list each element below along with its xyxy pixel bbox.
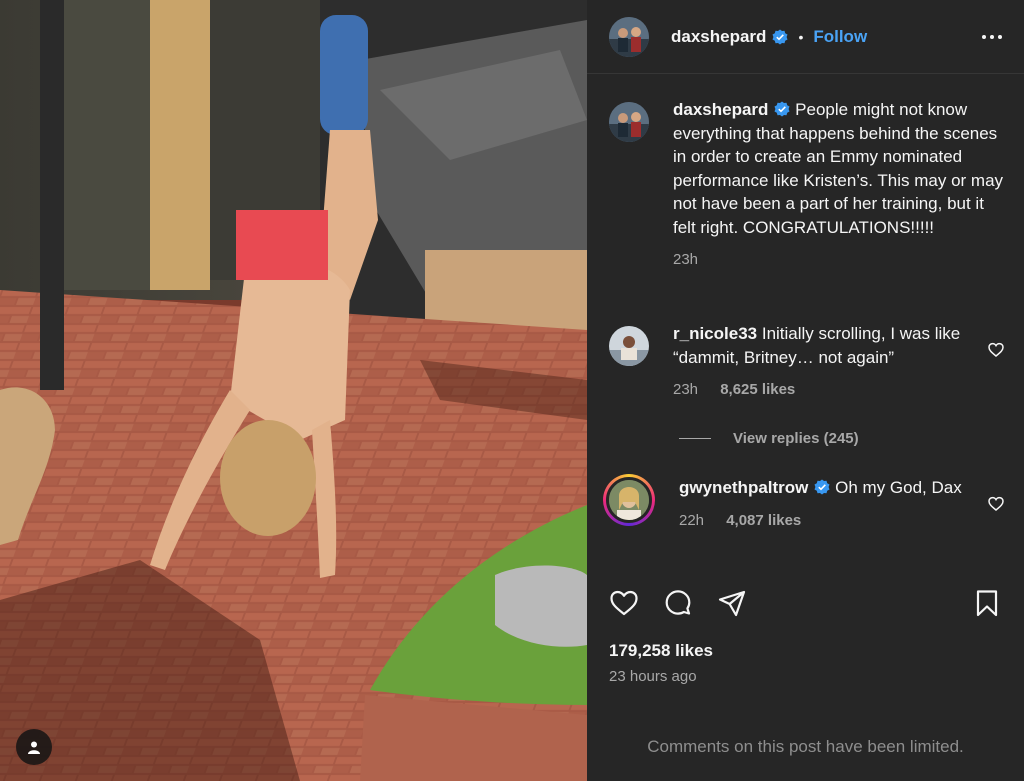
comment-item: r_nicole33 Initially scrolling, I was li… bbox=[609, 322, 1004, 402]
bookmark-icon bbox=[976, 590, 998, 617]
commenter-avatar[interactable] bbox=[609, 326, 649, 366]
post-header: daxshepard • Follow bbox=[587, 0, 1024, 74]
heart-icon bbox=[610, 590, 638, 616]
comment-item: gwynethpaltrow Oh my God, Dax 22h 4,087 … bbox=[603, 474, 1004, 532]
comment-time: 23h bbox=[673, 381, 699, 398]
comment-likes[interactable]: 8,625 likes bbox=[720, 381, 795, 398]
follow-button[interactable]: Follow bbox=[813, 27, 867, 47]
avatar-image bbox=[609, 326, 649, 366]
share-icon bbox=[718, 590, 746, 617]
post-timestamp[interactable]: 23 hours ago bbox=[609, 668, 697, 685]
share-button[interactable] bbox=[717, 588, 747, 618]
comments-limited-notice: Comments on this post have been limited. bbox=[647, 737, 964, 756]
author-username[interactable]: daxshepard bbox=[671, 27, 766, 47]
post-viewer: daxshepard • Follow daxshepard People mi… bbox=[0, 0, 1024, 781]
likes-count[interactable]: 179,258 likes bbox=[609, 641, 713, 661]
like-button[interactable] bbox=[609, 588, 639, 618]
post-media[interactable] bbox=[0, 0, 587, 781]
view-replies-button[interactable]: View replies (245) bbox=[679, 430, 859, 447]
comment-icon bbox=[665, 590, 691, 615]
comment-meta: 22h 4,087 likes bbox=[679, 509, 1004, 533]
caption-author[interactable]: daxshepard bbox=[673, 100, 768, 119]
comment-like-heart-icon[interactable] bbox=[988, 496, 1004, 512]
comment-body: gwynethpaltrow Oh my God, Dax 22h 4,087 … bbox=[679, 476, 1004, 532]
verified-badge-icon bbox=[814, 479, 830, 495]
comment-text: Oh my God, Dax bbox=[835, 478, 962, 497]
post-photo bbox=[0, 0, 587, 781]
author-avatar[interactable] bbox=[609, 16, 649, 57]
caption-time: 23h bbox=[673, 251, 699, 268]
replies-divider bbox=[679, 438, 711, 439]
post-actions bbox=[609, 588, 1002, 618]
avatar-image bbox=[609, 102, 649, 142]
user-tag-button[interactable] bbox=[16, 729, 52, 765]
user-tag-icon bbox=[28, 741, 40, 754]
comment-body: r_nicole33 Initially scrolling, I was li… bbox=[673, 322, 1004, 402]
comments-list: daxshepard People might not know everyth… bbox=[587, 74, 1024, 576]
caption-body: daxshepard People might not know everyth… bbox=[673, 98, 1004, 272]
comment-like-heart-icon[interactable] bbox=[988, 342, 1004, 358]
caption-meta: 23h bbox=[673, 248, 1004, 272]
separator-dot: • bbox=[798, 28, 804, 45]
verified-badge-icon bbox=[772, 29, 788, 44]
caption-text: People might not know everything that ha… bbox=[673, 100, 1004, 237]
post-side-panel: daxshepard • Follow daxshepard People mi… bbox=[587, 0, 1024, 781]
comment-time: 22h bbox=[679, 511, 705, 529]
comment-likes[interactable]: 4,087 likes bbox=[726, 512, 801, 529]
avatar-image bbox=[609, 480, 649, 520]
comment-author[interactable]: gwynethpaltrow bbox=[679, 478, 808, 497]
comment-button[interactable] bbox=[663, 588, 693, 618]
comment-author[interactable]: r_nicole33 bbox=[673, 324, 757, 343]
comment-meta: 23h 8,625 likes bbox=[673, 378, 1004, 402]
view-replies-label: View replies (245) bbox=[733, 430, 859, 447]
avatar-image bbox=[609, 16, 649, 57]
story-ring-avatar[interactable] bbox=[603, 474, 655, 526]
caption: daxshepard People might not know everyth… bbox=[609, 98, 1004, 272]
more-options-icon[interactable] bbox=[982, 29, 1002, 45]
caption-avatar[interactable] bbox=[609, 102, 649, 142]
save-button[interactable] bbox=[972, 588, 1002, 618]
verified-badge-icon bbox=[774, 101, 790, 117]
